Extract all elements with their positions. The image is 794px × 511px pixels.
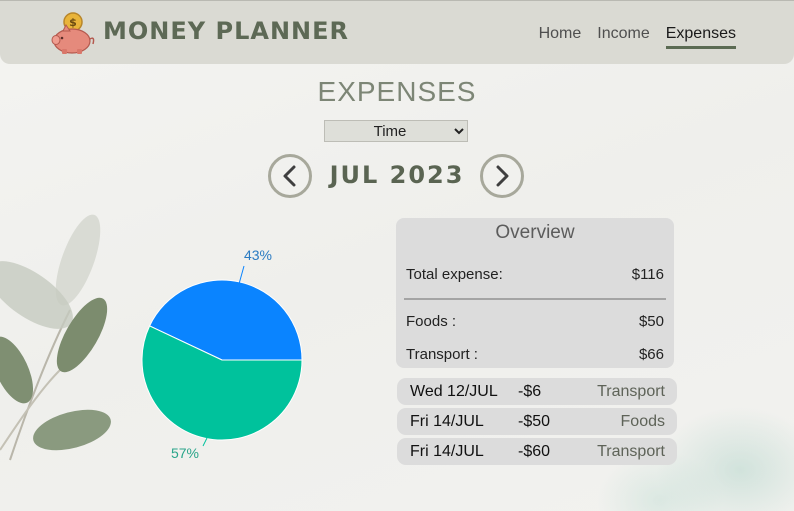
top-header: $ MONEY PLANNER Home Income Expenses: [0, 0, 794, 64]
page-title: EXPENSES: [317, 76, 477, 107]
prev-month-button[interactable]: [268, 154, 312, 198]
pie-slice-label: 57%: [171, 445, 199, 461]
piggy-bank-icon: $: [51, 12, 95, 54]
total-expense-label: Total expense:: [406, 266, 503, 283]
transaction-date: Fri 14/JUL: [410, 413, 484, 430]
foods-label: Foods :: [406, 313, 457, 330]
chevron-left-icon: [283, 165, 296, 187]
overview-title: Overview: [495, 222, 575, 243]
transport-value: $66: [638, 346, 664, 363]
overview-card: Overview Total expense: $116 Foods : $50…: [396, 218, 674, 368]
transaction-row[interactable]: Wed 12/JUL -$6 Transport: [397, 378, 677, 405]
svg-text:$: $: [69, 16, 77, 29]
pie-leader-line: [238, 265, 245, 285]
overview-row-foods: Foods : $50: [406, 313, 664, 330]
transaction-amount: -$60: [518, 443, 551, 460]
main-nav: Home Income Expenses: [539, 25, 736, 49]
nav-expenses[interactable]: Expenses: [665, 25, 736, 49]
filter-select-wrapper: Time: [324, 120, 468, 142]
chevron-right-icon: [496, 165, 509, 187]
pie-slice-label: 43%: [244, 247, 272, 263]
overview-total-row: Total expense: $116: [406, 266, 664, 283]
transaction-date: Fri 14/JUL: [410, 443, 484, 460]
brand-title: MONEY PLANNER: [103, 17, 350, 45]
transaction-category: Transport: [597, 383, 665, 400]
period-filter-select[interactable]: Time: [324, 120, 468, 142]
transaction-amount: -$6: [518, 383, 542, 400]
transaction-amount: -$50: [518, 413, 551, 430]
total-expense-value: $116: [631, 266, 664, 283]
transaction-row[interactable]: Fri 14/JUL -$60 Transport: [397, 438, 677, 465]
pie-leader-line: [202, 437, 208, 447]
transaction-date: Wed 12/JUL: [410, 383, 498, 400]
overview-divider: [404, 298, 666, 300]
nav-income[interactable]: Income: [597, 25, 649, 49]
foods-value: $50: [638, 313, 664, 330]
month-label: JUL 2023: [329, 161, 465, 189]
leaf-decoration: [0, 214, 111, 461]
overview-row-transport: Transport : $66: [406, 346, 664, 363]
expense-pie-chart: 43% 57%: [141, 247, 303, 461]
nav-home[interactable]: Home: [539, 25, 582, 49]
transaction-category: Foods: [620, 413, 665, 430]
transaction-category: Transport: [597, 443, 665, 460]
transaction-row[interactable]: Fri 14/JUL -$50 Foods: [397, 408, 677, 435]
next-month-button[interactable]: [480, 154, 524, 198]
transport-label: Transport :: [406, 346, 478, 363]
month-navigator: JUL 2023: [268, 154, 526, 198]
